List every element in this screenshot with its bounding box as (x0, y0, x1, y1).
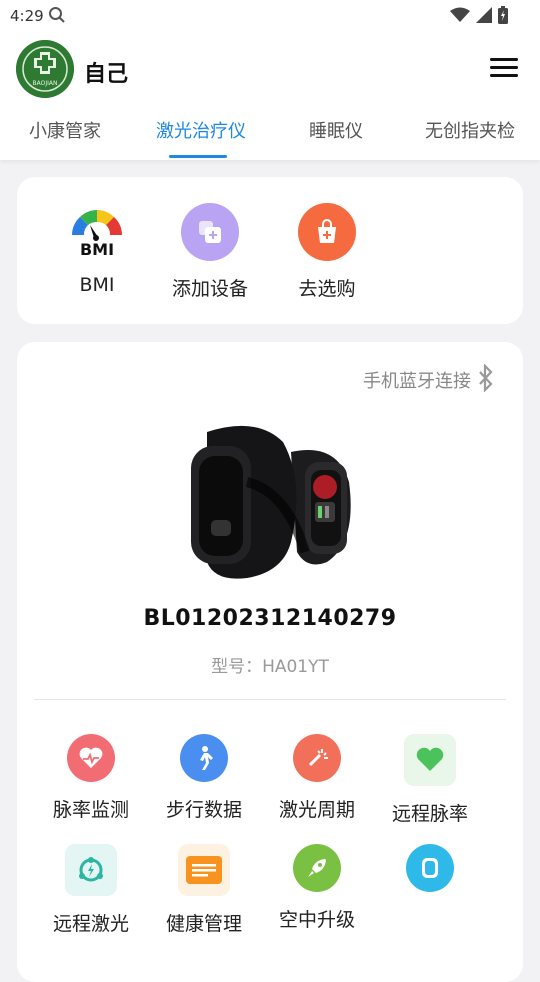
rocket-icon (293, 844, 341, 892)
add-device-icon (181, 203, 239, 261)
watch-icon (406, 844, 454, 892)
user-name: 自己 (84, 62, 129, 87)
health-management-label: 健康管理 (165, 913, 242, 935)
shopping-bag-icon (298, 203, 356, 261)
status-icons (450, 6, 508, 28)
search-icon (48, 6, 66, 28)
shop-button[interactable]: 去选购 (272, 203, 382, 301)
divider (34, 699, 506, 700)
avatar[interactable]: BAOJIAN (16, 40, 74, 98)
health-management-button[interactable]: 健康管理 (149, 844, 259, 936)
pulse-monitor-button[interactable]: 脉率监测 (36, 734, 146, 822)
tab-laser-therapy[interactable]: 激光治疗仪 (156, 117, 246, 143)
walking-icon (180, 734, 228, 782)
bluetooth-label: 手机蓝牙连接 (363, 371, 471, 392)
laser-cycle-label: 激光周期 (278, 799, 355, 821)
tab-sleep[interactable]: 睡眠仪 (309, 117, 363, 143)
signal-icon (476, 7, 492, 27)
ota-upgrade-label: 空中升级 (278, 909, 355, 931)
quick-actions-card: BMI BMI 添加设备 去选购 (17, 177, 523, 324)
menu-icon-line (490, 66, 518, 69)
battery-icon (498, 6, 508, 28)
bluetooth-icon (477, 363, 495, 396)
bmi-gauge-icon: BMI (68, 203, 126, 261)
device-model: 型号：HA01YT (211, 657, 329, 677)
header: BAOJIAN 自己 (0, 32, 540, 110)
bmi-icon-text: BMI (80, 240, 114, 257)
avatar-text: BAOJIAN (33, 80, 58, 87)
tab-bar: 小康管家 激光治疗仪 睡眠仪 无创指夹检 (0, 110, 540, 160)
shop-label: 去选购 (298, 278, 356, 300)
bmi-label: BMI (79, 274, 115, 296)
laser-cycle-button[interactable]: 激光周期 (262, 734, 372, 822)
bmi-button[interactable]: BMI BMI (42, 203, 152, 296)
walking-data-label: 步行数据 (165, 799, 242, 821)
heart-pulse-icon (67, 734, 115, 782)
add-device-label: 添加设备 (171, 278, 248, 300)
menu-icon-line (490, 74, 518, 77)
watch-button[interactable] (375, 844, 485, 905)
walking-data-button[interactable]: 步行数据 (149, 734, 259, 822)
health-card-icon (178, 844, 230, 896)
remote-laser-button[interactable]: 远程激光 (36, 844, 146, 936)
remote-laser-icon (65, 844, 117, 896)
heart-icon (404, 734, 456, 786)
menu-icon-line (490, 58, 518, 61)
remote-pulse-button[interactable]: 远程脉率 (375, 734, 485, 826)
remote-laser-label: 远程激光 (52, 913, 129, 935)
active-tab-indicator (169, 155, 227, 158)
menu-button[interactable] (490, 58, 518, 80)
device-card: 手机蓝牙连接 BL01202312140279 型号：HA01YT 脉率监测 步… (17, 342, 523, 982)
pulse-monitor-label: 脉率监测 (52, 799, 129, 821)
bluetooth-connect-button[interactable]: 手机蓝牙连接 (363, 363, 495, 396)
tab-xiaokang[interactable]: 小康管家 (29, 117, 101, 143)
tab-finger-clip[interactable]: 无创指夹检 (425, 117, 515, 143)
add-device-button[interactable]: 添加设备 (155, 203, 265, 301)
ota-upgrade-button[interactable]: 空中升级 (262, 844, 372, 932)
remote-pulse-label: 远程脉率 (391, 803, 468, 825)
laser-icon (293, 734, 341, 782)
status-bar: 4:29 (0, 0, 540, 32)
wifi-icon (450, 7, 470, 27)
device-image (187, 422, 363, 584)
status-time: 4:29 (10, 7, 44, 25)
device-serial: BL01202312140279 (143, 606, 397, 631)
